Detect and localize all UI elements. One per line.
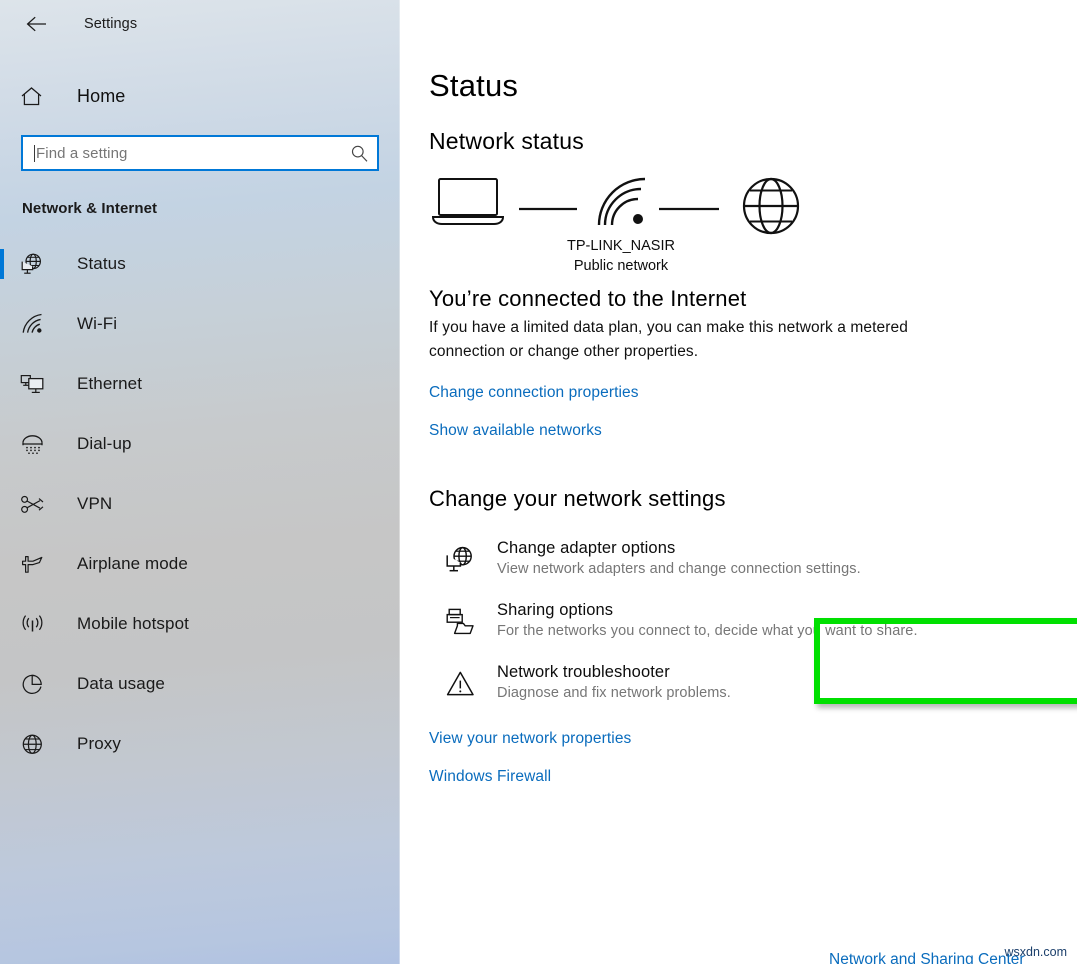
search-wrapper: Find a setting [21, 135, 379, 171]
search-input[interactable]: Find a setting [21, 135, 379, 171]
selection-indicator [0, 249, 4, 279]
home-label: Home [77, 85, 126, 106]
network-name: TP-LINK_NASIR [567, 238, 675, 254]
sidebar-item-proxy[interactable]: Proxy [0, 714, 400, 774]
option-title: Network troubleshooter [497, 663, 670, 681]
globe-icon [20, 733, 54, 756]
sidebar: Settings Home Find a setting Network & I… [0, 0, 400, 964]
airplane-icon [20, 553, 54, 576]
option-description: View network adapters and change connect… [497, 561, 861, 577]
change-connection-properties-row: Change connection properties [429, 384, 1077, 402]
home-icon [20, 86, 54, 107]
settings-window: Settings Home Find a setting Network & I… [0, 0, 1077, 964]
sidebar-section-title: Network & Internet [22, 200, 158, 217]
show-available-networks-link[interactable]: Show available networks [429, 422, 602, 440]
sharing-icon [445, 601, 483, 636]
network-diagram: TP-LINK_NASIR Public network [429, 173, 1077, 281]
option-text: Network troubleshooter Diagnose and fix … [497, 663, 731, 701]
windows-firewall-row: Windows Firewall [429, 768, 1077, 786]
hotspot-icon [20, 613, 54, 636]
sidebar-item-label: Ethernet [77, 374, 143, 393]
sidebar-item-label: Proxy [77, 734, 121, 753]
back-arrow-icon[interactable] [22, 9, 52, 39]
main-content: Status Network status TP-LINK_NASIR Publ… [400, 0, 1077, 964]
sidebar-item-dialup[interactable]: Dial-up [0, 414, 400, 474]
vpn-icon [20, 493, 54, 516]
sidebar-item-label: Wi-Fi [77, 314, 118, 333]
change-connection-properties-link[interactable]: Change connection properties [429, 384, 639, 402]
sidebar-item-data-usage[interactable]: Data usage [0, 654, 400, 714]
show-available-networks-row: Show available networks [429, 422, 1077, 440]
option-description: For the networks you connect to, decide … [497, 623, 918, 639]
globe-monitor-icon [20, 252, 54, 277]
sidebar-item-status[interactable]: Status [0, 234, 400, 294]
network-sharing-center-link[interactable]: Network and Sharing Center [829, 951, 1025, 964]
sidebar-item-label: Mobile hotspot [77, 614, 189, 633]
sidebar-nav: Status Wi-Fi Ethernet Dial-up VPN Airpla… [0, 234, 400, 774]
sidebar-item-mobile-hotspot[interactable]: Mobile hotspot [0, 594, 400, 654]
globe-icon [742, 177, 800, 235]
network-type: Public network [573, 258, 669, 274]
view-network-properties-row: View your network properties [429, 730, 1077, 748]
page-title: Status [429, 68, 519, 103]
text-caret [34, 144, 35, 162]
search-placeholder: Find a setting [36, 144, 128, 162]
change-adapter-options-item[interactable]: Change adapter options View network adap… [429, 530, 1077, 592]
warning-triangle-icon [445, 663, 483, 698]
sidebar-item-label: Airplane mode [77, 554, 188, 573]
sidebar-item-home[interactable]: Home [0, 76, 400, 116]
site-watermark: wsxdn.com [1004, 945, 1067, 959]
option-title: Sharing options [497, 601, 614, 619]
sharing-options-item[interactable]: Sharing options For the networks you con… [429, 592, 1077, 654]
sidebar-header: Settings [0, 0, 400, 48]
options-list: Change adapter options View network adap… [429, 530, 1077, 716]
option-title: Change adapter options [497, 539, 676, 557]
change-settings-heading: Change your network settings [429, 486, 726, 511]
connection-heading: You’re connected to the Internet [429, 286, 747, 311]
laptop-icon [431, 178, 505, 225]
sidebar-item-label: VPN [77, 494, 113, 513]
dialup-icon [20, 433, 54, 456]
network-troubleshooter-item[interactable]: Network troubleshooter Diagnose and fix … [429, 654, 1077, 716]
wifi-icon [20, 313, 54, 336]
network-status-heading: Network status [429, 128, 584, 154]
option-description: Diagnose and fix network problems. [497, 685, 731, 701]
pie-chart-icon [20, 673, 54, 696]
option-text: Change adapter options View network adap… [497, 539, 861, 577]
view-network-properties-link[interactable]: View your network properties [429, 730, 631, 748]
app-title: Settings [84, 16, 138, 32]
sidebar-item-label: Dial-up [77, 434, 132, 453]
network-diagram-graphic [429, 173, 819, 240]
sidebar-item-label: Data usage [77, 674, 165, 693]
adapter-icon [445, 539, 483, 574]
windows-firewall-link[interactable]: Windows Firewall [429, 768, 551, 786]
wifi-signal-icon [597, 177, 646, 226]
search-icon[interactable] [350, 144, 369, 163]
sidebar-item-airplane-mode[interactable]: Airplane mode [0, 534, 400, 594]
sidebar-item-ethernet[interactable]: Ethernet [0, 354, 400, 414]
sidebar-item-label: Status [77, 254, 126, 273]
option-text: Sharing options For the networks you con… [497, 601, 918, 639]
sidebar-item-wifi[interactable]: Wi-Fi [0, 294, 400, 354]
sidebar-item-vpn[interactable]: VPN [0, 474, 400, 534]
ethernet-icon [20, 373, 54, 396]
connection-description: If you have a limited data plan, you can… [429, 319, 908, 360]
